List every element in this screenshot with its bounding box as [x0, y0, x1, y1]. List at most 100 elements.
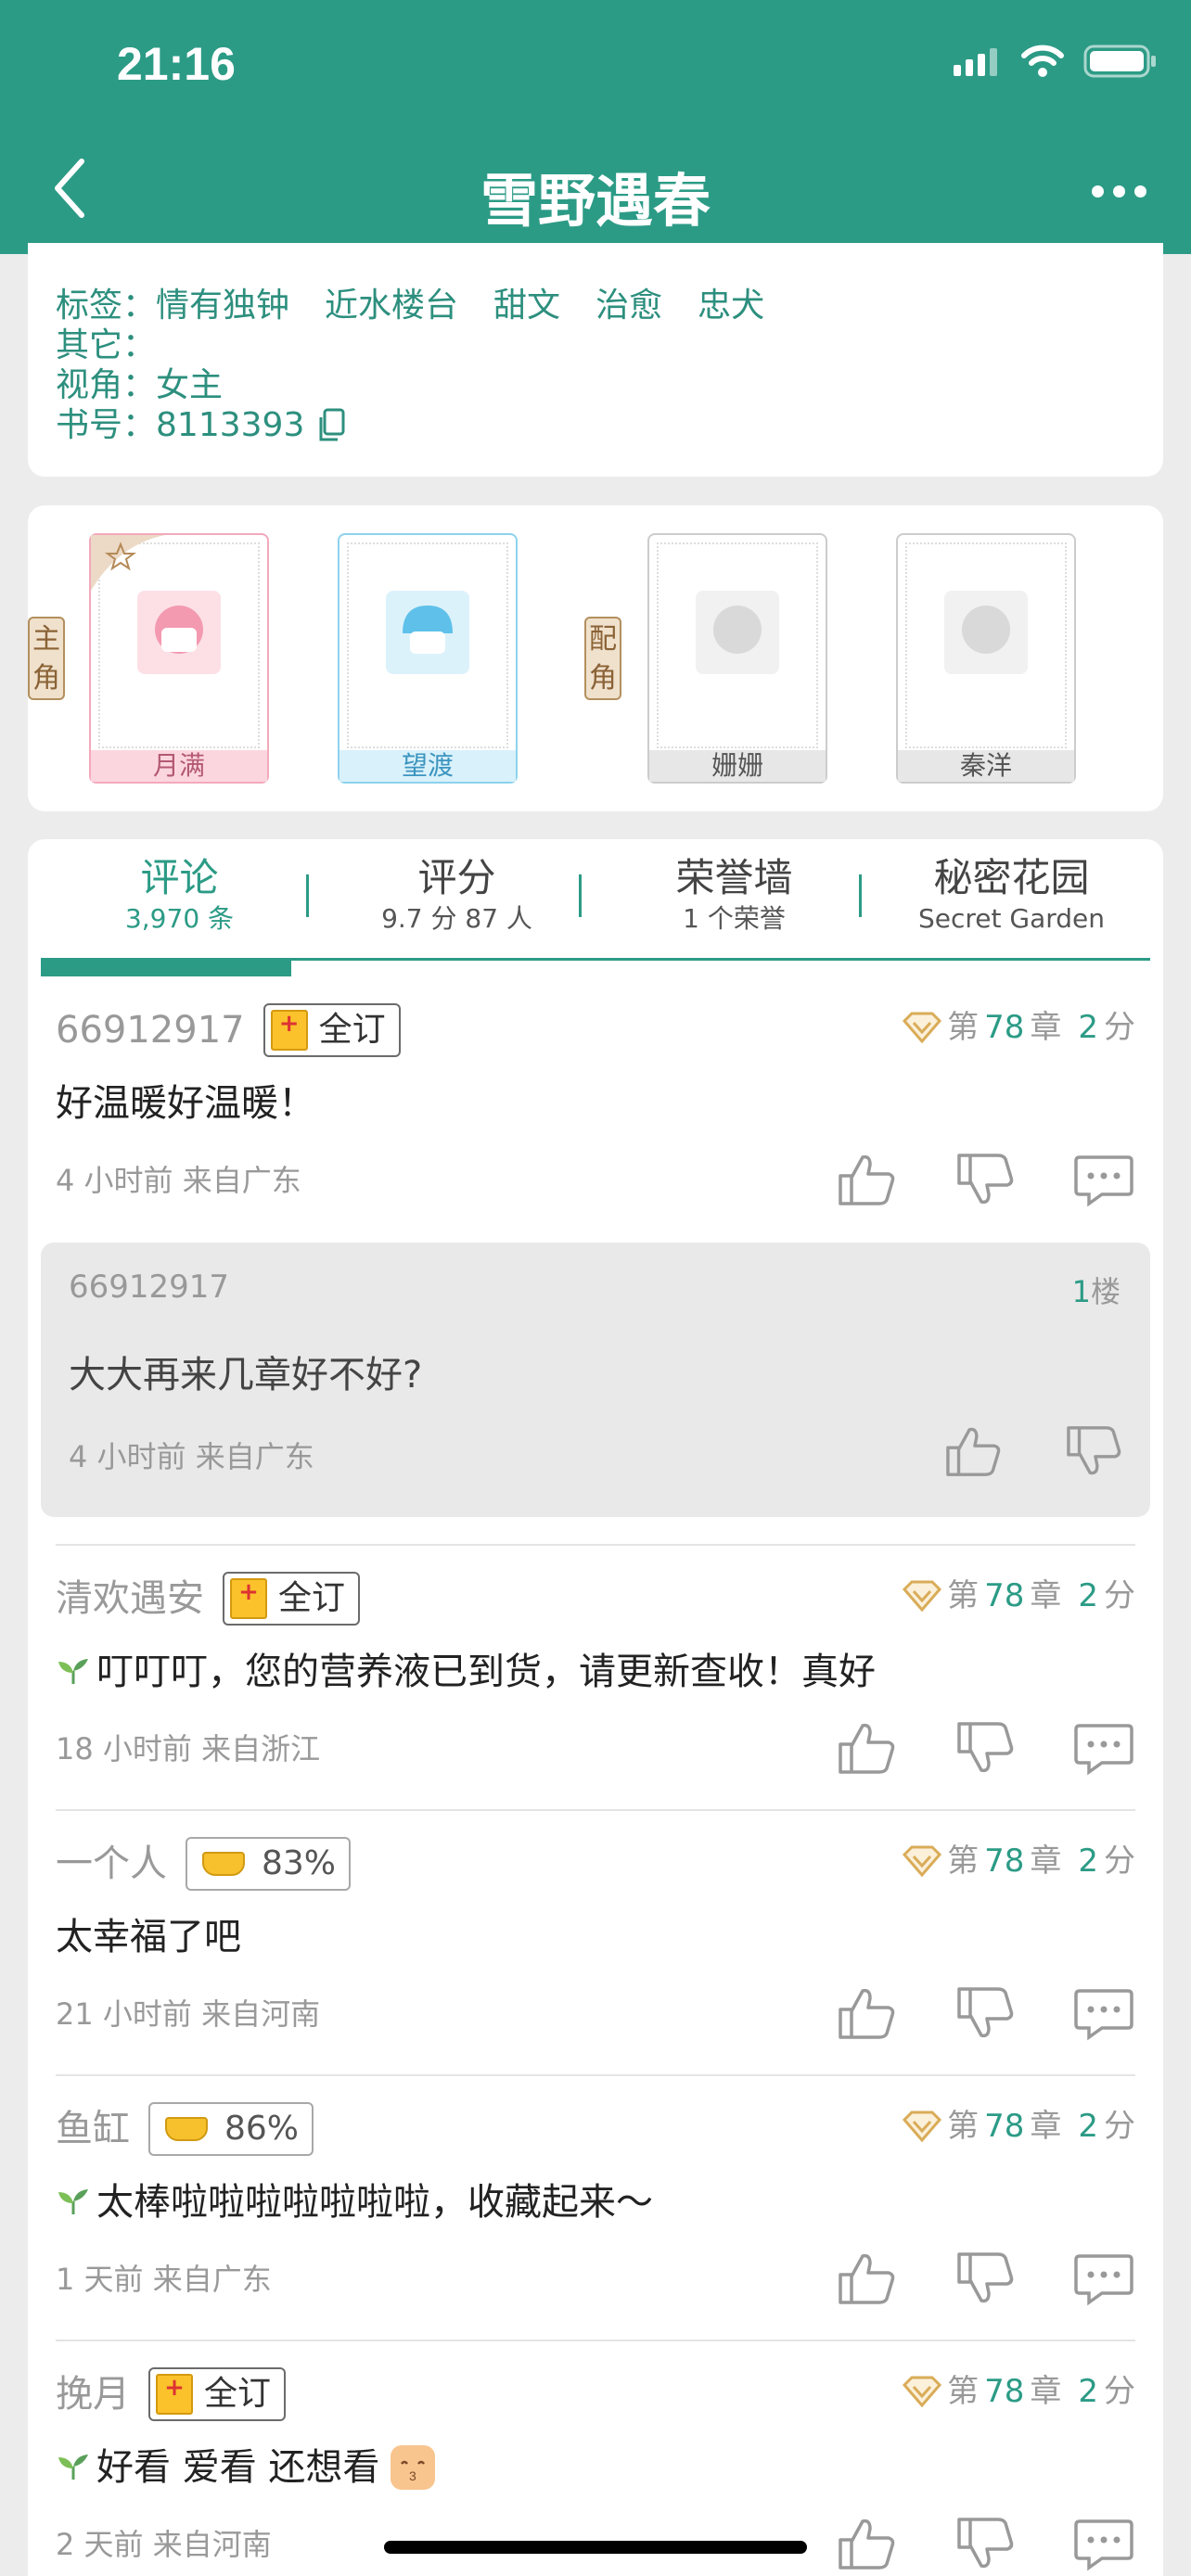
gold-ingot-icon — [202, 1852, 245, 1876]
comment-icon[interactable] — [1072, 1720, 1135, 1776]
other-row: 其它： — [56, 325, 1135, 365]
comment-item: 清欢遇安 全订 第78章2分 叮叮叮，您的营养液已到货，请更新查收！真好 18 … — [56, 1572, 1135, 1794]
comment-username[interactable]: 一个人 — [56, 1840, 167, 1888]
avatar-icon — [137, 591, 221, 674]
thumbs-down-icon[interactable] — [954, 1152, 1017, 1207]
comment-icon[interactable] — [1072, 1152, 1135, 1207]
thumbs-up-icon[interactable] — [835, 1985, 898, 2041]
character-name: 月满 — [91, 750, 267, 782]
book-id-value: 8113393 — [156, 406, 305, 444]
battery-icon — [1083, 45, 1156, 78]
comment-text: 太幸福了吧 — [56, 1916, 241, 1958]
kiss-emoji-icon: 3 — [391, 2445, 436, 2490]
characters-card: 主角 月满 望渡 配角 姗姗 秦洋 — [28, 505, 1163, 811]
tag-item[interactable]: 治愈 — [596, 286, 662, 325]
bookmark-icon — [230, 1578, 267, 1619]
character-name: 望渡 — [339, 750, 516, 782]
tab-separator — [306, 874, 309, 917]
tag-item[interactable]: 甜文 — [493, 286, 560, 325]
character-card[interactable]: 姗姗 — [647, 533, 827, 784]
book-id-label: 书号： — [56, 406, 157, 444]
chapter-score: 第 78 章 2 分 — [903, 1572, 1135, 1620]
tab-secret-garden[interactable]: 秘密花园 Secret Garden — [873, 853, 1150, 946]
tag-item[interactable]: 近水楼台 — [325, 286, 458, 325]
thumbs-down-icon[interactable] — [954, 1720, 1017, 1776]
comment-username[interactable]: 鱼缸 — [56, 2105, 130, 2153]
comment-text: 太棒啦啦啦啦啦啦啦，收藏起来～ — [56, 2176, 653, 2228]
chapter-score: 第 78 章 2 分 — [903, 2102, 1135, 2150]
divider — [56, 2074, 1135, 2076]
character-card[interactable]: 秦洋 — [896, 533, 1076, 784]
diamond-icon — [903, 2376, 942, 2407]
signal-icon — [954, 48, 997, 76]
thumbs-up-icon[interactable] — [835, 1720, 898, 1776]
reply-item: 66912917 1楼 大大再来几章好不好? 4 小时前 来自广东 — [41, 1243, 1150, 1517]
chapter-score: 第 78 章 2 分 — [903, 1003, 1135, 1052]
comment-meta: 21 小时前 来自河南 — [56, 1996, 321, 2032]
reply-text: 大大再来几章好不好? — [69, 1354, 423, 1396]
more-icon[interactable] — [1092, 185, 1146, 198]
app-header: 21:16 雪野遇春 — [0, 0, 1191, 254]
character-name: 姗姗 — [649, 750, 826, 782]
thumbs-up-icon[interactable] — [835, 2251, 898, 2306]
comment-text: 好看 爱看 还想看 3 — [56, 2442, 436, 2493]
tag-item[interactable]: 忠犬 — [698, 286, 764, 325]
thumbs-up-icon[interactable] — [835, 1152, 898, 1207]
tags-row: 标签： 情有独钟 近水楼台 甜文 治愈 忠犬 — [56, 286, 1135, 325]
divider — [56, 2340, 1135, 2341]
comment-meta: 1 天前 来自广东 — [56, 2262, 272, 2297]
comment-username[interactable]: 挽月 — [56, 2370, 130, 2418]
subscription-badge: 全订 — [223, 1572, 361, 1626]
avatar-icon — [386, 591, 469, 674]
wifi-icon — [1021, 45, 1064, 77]
avatar-icon — [944, 591, 1028, 674]
comments-card: 评论 3,970 条 评分 9.7 分 87 人 荣誉墙 1 个荣誉 秘密花园 Secr… — [28, 839, 1163, 2576]
copy-icon[interactable] — [317, 408, 347, 443]
thumbs-down-icon[interactable] — [954, 2516, 1017, 2571]
comment-username[interactable]: 66912917 — [56, 1006, 245, 1054]
tab-ratings[interactable]: 评分 9.7 分 87 人 — [318, 853, 596, 946]
comment-icon[interactable] — [1072, 2251, 1135, 2306]
thumbs-down-icon[interactable] — [954, 2251, 1017, 2306]
chapter-score: 第 78 章 2 分 — [903, 2367, 1135, 2416]
home-indicator — [384, 2541, 807, 2554]
page-title: 雪野遇春 — [480, 167, 711, 235]
divider — [56, 1544, 1135, 1546]
thumbs-down-icon[interactable] — [954, 1985, 1017, 2041]
comment-meta: 2 天前 来自河南 — [56, 2527, 272, 2562]
comment-username[interactable]: 清欢遇安 — [56, 1575, 204, 1623]
reply-username[interactable]: 66912917 — [69, 1269, 229, 1306]
status-time: 21:16 — [117, 38, 236, 90]
tag-item[interactable]: 情有独钟 — [156, 286, 289, 325]
status-icons — [954, 45, 1158, 78]
comment-meta: 18 小时前 来自浙江 — [56, 1731, 321, 1766]
avatar-icon — [696, 591, 779, 674]
main-role-label: 主角 — [28, 617, 65, 700]
thumbs-up-icon[interactable] — [942, 1424, 1004, 1478]
tab-separator — [859, 874, 862, 917]
character-card[interactable]: 月满 — [89, 533, 269, 784]
tab-separator — [579, 874, 582, 917]
supporting-role-label: 配角 — [584, 617, 621, 700]
star-icon — [91, 535, 165, 591]
book-info-card: 标签： 情有独钟 近水楼台 甜文 治愈 忠犬 其它： 视角： 女主 书号： 8113… — [28, 243, 1163, 477]
thumbs-up-icon[interactable] — [835, 2516, 898, 2571]
support-percentage-badge: 83% — [186, 1837, 352, 1891]
comment-meta: 4 小时前 来自广东 — [56, 1163, 301, 1198]
comment-item: 66912917 全订 第78章2分 好温暖好温暖！ 4 小时前 来自广东 — [56, 1003, 1135, 1226]
thumbs-down-icon[interactable] — [1063, 1424, 1124, 1478]
comment-icon[interactable] — [1072, 2516, 1135, 2571]
tab-honor-wall[interactable]: 荣誉墙 1 个荣誉 — [596, 853, 873, 946]
comment-text: 好温暖好温暖！ — [56, 1082, 315, 1125]
diamond-icon — [903, 1845, 942, 1877]
view-label: 视角： — [56, 366, 157, 404]
character-card[interactable]: 望渡 — [338, 533, 518, 784]
comment-icon[interactable] — [1072, 1985, 1135, 2041]
tab-bar: 评论 3,970 条 评分 9.7 分 87 人 荣誉墙 1 个荣誉 秘密花园 Secr… — [41, 853, 1150, 946]
comment-item: 鱼缸 86% 第 78 章 2 分 太棒啦啦啦啦啦啦啦，收藏起来～ 1 天前 来自广东 — [56, 2102, 1135, 2325]
tab-comments[interactable]: 评论 3,970 条 — [41, 853, 318, 946]
reply-floor: 1楼 — [1071, 1274, 1121, 1309]
comment-item: 一个人 83% 第 78 章 2 分 太幸福了吧 21 小时前 来自河南 — [56, 1837, 1135, 2060]
bookmark-icon — [156, 2374, 193, 2415]
comment-text: 叮叮叮，您的营养液已到货，请更新查收！真好 — [56, 1646, 876, 1698]
